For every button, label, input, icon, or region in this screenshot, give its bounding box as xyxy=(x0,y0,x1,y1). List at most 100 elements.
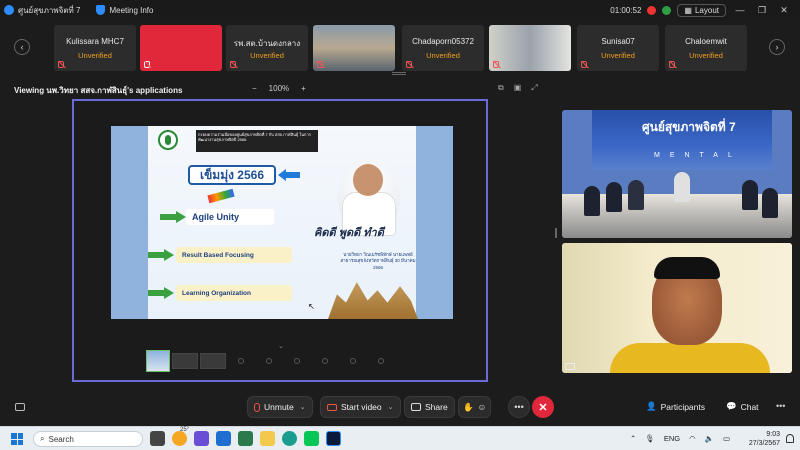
raise-hand-icon[interactable]: ✋ xyxy=(463,402,474,413)
file-explorer-icon[interactable] xyxy=(260,431,275,446)
strip-resize-handle[interactable] xyxy=(392,72,406,75)
slide-item: Agile Unity xyxy=(186,209,274,225)
share-button[interactable]: Share xyxy=(404,396,455,418)
recording-icon[interactable] xyxy=(647,5,657,15)
emoji-icon[interactable]: ☺ xyxy=(478,402,487,412)
participant-video-tile[interactable] xyxy=(313,25,395,71)
wifi-icon[interactable]: ◠ xyxy=(689,434,696,443)
fit-icon[interactable]: ▣ xyxy=(514,83,522,93)
task-view-icon[interactable] xyxy=(150,431,165,446)
taskbar-clock[interactable]: 9:03 27/3/2567 xyxy=(740,430,780,448)
start-video-button[interactable]: Start video ⌄ xyxy=(320,396,401,418)
share-label: Share xyxy=(425,402,448,412)
system-tray: ⌃ 🎙 ENG ◠ 🔈 ▭ xyxy=(630,434,730,443)
slide-thumbnails xyxy=(146,350,446,372)
line-icon[interactable] xyxy=(304,431,319,446)
slide-thumbnail[interactable] xyxy=(146,350,170,372)
speaker-hair xyxy=(654,257,720,279)
shared-screen[interactable]: กรอบความร่วมมือของศูนย์สุขภาพจิตที่ 7 กั… xyxy=(72,99,488,382)
fullscreen-icon[interactable]: ⤢ xyxy=(531,83,537,93)
slide-thumbnail[interactable] xyxy=(200,353,226,369)
slide-slogan: คิดดี พูดดี ทำดี xyxy=(314,227,384,239)
participant-video-tile[interactable] xyxy=(489,25,571,71)
view-options: ⧉ ▣ ⤢ xyxy=(498,83,538,93)
arrow-right-icon xyxy=(148,287,174,299)
language-indicator[interactable]: ENG xyxy=(664,434,680,443)
participant-tile[interactable]: Chaloemwit Unverified xyxy=(665,25,747,71)
muted-mic-icon xyxy=(144,61,150,68)
slide-banner: กรอบความร่วมมือของศูนย์สุขภาพจิตที่ 7 กั… xyxy=(196,130,318,152)
start-video-label: Start video xyxy=(341,402,382,412)
thumbnail-placeholder xyxy=(378,358,384,364)
conference-room-video[interactable]: ศูนย์สุขภาพจิตที่ 7 MENTAL xyxy=(562,110,792,238)
participant-tile[interactable]: รพ.สต.บ้านดงกลาง Unverified xyxy=(226,25,308,71)
viewing-label: Viewing นพ.วิทยา สสจ.กาฬสินธุ์'s applica… xyxy=(14,86,183,95)
speaker-video[interactable] xyxy=(562,243,792,373)
connection-icon[interactable] xyxy=(662,5,672,15)
clock-time: 9:03 xyxy=(766,431,780,438)
volume-icon[interactable]: 🔈 xyxy=(705,434,714,443)
muted-mic-icon xyxy=(317,61,323,68)
video-off-icon xyxy=(327,403,337,411)
chevron-down-icon[interactable]: ⌄ xyxy=(278,342,284,350)
mic-icon[interactable]: 🎙 xyxy=(645,434,655,443)
chevron-up-icon[interactable]: ⌃ xyxy=(630,434,636,443)
viewing-bar: Viewing นพ.วิทยา สสจ.กาฬสินธุ์'s applica… xyxy=(0,82,800,96)
portrait-head xyxy=(353,164,383,196)
slide-item: Learning Organization xyxy=(176,285,292,301)
minimize-button[interactable]: — xyxy=(732,5,748,15)
captions-icon[interactable] xyxy=(15,403,25,411)
participants-label: Participants xyxy=(660,401,706,412)
maximize-button[interactable]: ❐ xyxy=(754,5,770,16)
app-title: ศูนย์สุขภาพจิตที่ 7 xyxy=(18,5,81,15)
zoom-in-button[interactable]: + xyxy=(301,84,306,93)
strip-next-button[interactable]: › xyxy=(769,39,785,55)
webex-icon[interactable] xyxy=(326,431,341,446)
video-indicator-icon xyxy=(565,363,575,370)
edge-icon[interactable] xyxy=(282,431,297,446)
panel-resize-handle[interactable] xyxy=(555,228,557,238)
thumbnail-placeholder xyxy=(350,358,356,364)
participants-button[interactable]: 👤 Participants xyxy=(646,401,705,412)
layout-button[interactable]: ▦ Layout xyxy=(677,3,726,17)
participant-tile[interactable]: Chadaporn05372 Unverified xyxy=(402,25,484,71)
arrow-right-icon xyxy=(160,211,186,223)
battery-icon[interactable]: ▭ xyxy=(723,434,730,443)
meeting-timer: 01:00:52 xyxy=(610,5,642,15)
windows-start-icon[interactable] xyxy=(11,433,23,445)
chevron-down-icon[interactable]: ⌄ xyxy=(388,403,394,411)
taskbar-search-input[interactable]: ⌕ Search xyxy=(33,431,143,447)
zoom-out-button[interactable]: − xyxy=(252,84,257,93)
participant-tile[interactable]: Kulissara MHC7 Unverified xyxy=(54,25,136,71)
unverified-status: Unverified xyxy=(78,51,112,60)
title-right: 01:00:52 ▦ Layout — ❐ ✕ xyxy=(610,3,800,17)
mouse-cursor-icon: ↖ xyxy=(308,302,315,311)
chat-bubble-icon: 💬 xyxy=(726,401,737,411)
more-options-button[interactable]: ••• xyxy=(508,396,530,418)
participant-tile[interactable]: Sunisa07 Unverified xyxy=(577,25,659,71)
weather-icon[interactable] xyxy=(172,431,187,446)
chevron-down-icon[interactable]: ⌄ xyxy=(300,403,306,411)
slide-content: กรอบความร่วมมือของศูนย์สุขภาพจิตที่ 7 กั… xyxy=(148,126,418,319)
unmute-button[interactable]: Unmute ⌄ xyxy=(247,396,313,418)
toolbar-more-button[interactable]: ••• xyxy=(776,401,785,411)
shield-icon xyxy=(96,5,106,15)
leave-meeting-button[interactable]: ✕ xyxy=(532,396,554,418)
meeting-info-button[interactable]: Meeting Info xyxy=(96,5,153,15)
muted-mic-icon xyxy=(58,61,64,68)
teams-icon[interactable] xyxy=(194,431,209,446)
thumbnail-placeholder xyxy=(294,358,300,364)
excel-icon[interactable] xyxy=(238,431,253,446)
chat-button[interactable]: 💬 Chat xyxy=(726,401,759,412)
annotate-icon[interactable]: ⧉ xyxy=(498,83,504,93)
strip-prev-button[interactable]: ‹ xyxy=(14,39,30,55)
share-icon xyxy=(411,403,421,411)
store-icon[interactable] xyxy=(216,431,231,446)
zoom-value: 100% xyxy=(268,84,290,93)
participant-tile[interactable] xyxy=(140,25,222,71)
slide-thumbnail[interactable] xyxy=(172,353,198,369)
search-icon: ⌕ xyxy=(40,434,45,443)
room-person xyxy=(762,188,778,218)
notification-bell-icon[interactable] xyxy=(786,434,794,443)
close-button[interactable]: ✕ xyxy=(776,5,792,16)
